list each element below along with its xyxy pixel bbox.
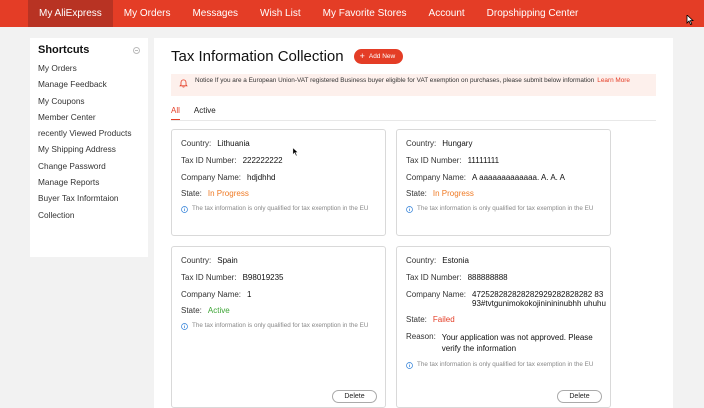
country-label: Country:	[406, 256, 437, 265]
eu-hint-text: The tax information is only qualified fo…	[417, 360, 594, 368]
page-title: Tax Information Collection	[171, 48, 344, 65]
top-navigation: My AliExpress My Orders Messages Wish Li…	[0, 0, 704, 27]
page-body: Shortcuts My Orders Manage Feedback My C…	[0, 27, 704, 408]
collapse-icon[interactable]	[133, 46, 140, 54]
state-label: State:	[406, 315, 427, 325]
tab-active[interactable]: Active	[194, 106, 216, 120]
country-value: Hungary	[442, 139, 473, 148]
country-value: Spain	[217, 256, 238, 265]
nav-account[interactable]: Account	[418, 0, 476, 27]
sidebar-item-manage-reports[interactable]: Manage Reports	[38, 174, 140, 190]
country-label: Country:	[181, 139, 212, 148]
reason-label: Reason:	[406, 332, 436, 342]
notice-text: Notice If you are a European Union-VAT r…	[195, 77, 595, 84]
status-badge: Active	[207, 306, 230, 316]
tax-id-value: 888888888	[467, 272, 508, 282]
tax-card: Country: Hungary Tax ID Number: 11111111 C…	[396, 129, 611, 236]
sidebar-item-manage-feedback[interactable]: Manage Feedback	[38, 76, 140, 92]
company-label: Company Name:	[406, 289, 467, 299]
sidebar-item-buyer-tax-information[interactable]: Buyer Tax Informtaion	[38, 190, 140, 206]
delete-button[interactable]: Delete	[557, 390, 602, 403]
company-label: Company Name:	[181, 172, 242, 182]
plus-icon: +	[359, 51, 365, 61]
country-value: Lithuania	[217, 139, 250, 148]
notice-banner: Notice If you are a European Union-VAT r…	[171, 74, 656, 96]
tax-id-value: B98019235	[242, 272, 284, 282]
eu-hint-text: The tax information is only qualified fo…	[192, 322, 369, 330]
state-label: State:	[406, 189, 427, 199]
eu-hint-text: The tax information is only qualified fo…	[417, 205, 594, 213]
sidebar-item-change-password[interactable]: Change Password	[38, 158, 140, 174]
tax-id-value: 11111111	[467, 155, 500, 165]
mouse-cursor-icon	[292, 147, 299, 157]
shortcuts-sidebar: Shortcuts My Orders Manage Feedback My C…	[30, 38, 148, 257]
main-panel: Tax Information Collection + Add New Not…	[154, 38, 673, 408]
country-label: Country:	[406, 139, 437, 148]
add-new-label: Add New	[368, 53, 396, 60]
company-value: 472528282828282929282828282 8393#tvtguni…	[472, 289, 606, 308]
eu-hint-text: The tax information is only qualified fo…	[192, 205, 369, 213]
tax-id-label: Tax ID Number:	[181, 272, 237, 282]
company-value: 1	[247, 289, 252, 299]
sidebar-item-my-coupons[interactable]: My Coupons	[38, 93, 140, 109]
status-badge: In Progress	[432, 189, 474, 199]
bell-icon	[179, 79, 188, 88]
tab-all[interactable]: All	[171, 106, 180, 120]
status-badge: In Progress	[207, 189, 249, 199]
sidebar-title: Shortcuts	[38, 44, 90, 56]
tax-id-label: Tax ID Number:	[406, 272, 462, 282]
sidebar-item-my-orders[interactable]: My Orders	[38, 60, 140, 76]
nav-my-aliexpress[interactable]: My AliExpress	[28, 0, 113, 27]
nav-wish-list[interactable]: Wish List	[249, 0, 312, 27]
info-icon	[181, 206, 188, 214]
country-value: Estonia	[442, 256, 469, 265]
state-label: State:	[181, 306, 202, 316]
sidebar-item-recently-viewed[interactable]: recently Viewed Products	[38, 125, 140, 141]
learn-more-link[interactable]: Learn More	[597, 77, 630, 84]
filter-tabs: All Active	[171, 106, 230, 120]
nav-messages[interactable]: Messages	[181, 0, 249, 27]
status-badge: Failed	[432, 315, 455, 325]
tax-card: Country: Estonia Tax ID Number: 888888888 …	[396, 246, 611, 408]
info-icon	[406, 206, 413, 214]
tax-card: Country: Lithuania Tax ID Number: 22222222…	[171, 129, 386, 236]
state-label: State:	[181, 189, 202, 199]
company-label: Company Name:	[181, 289, 242, 299]
info-icon	[406, 362, 413, 369]
nav-favorite-stores[interactable]: My Favorite Stores	[312, 0, 418, 27]
sidebar-item-member-center[interactable]: Member Center	[38, 109, 140, 125]
tax-id-value: 222222222	[242, 155, 283, 165]
company-label: Company Name:	[406, 172, 467, 182]
company-value: A aaaaaaaaaaaaa. A. A. A	[472, 172, 566, 182]
nav-dropshipping-center[interactable]: Dropshipping Center	[476, 0, 590, 27]
sidebar-item-shipping-address[interactable]: My Shipping Address	[38, 141, 140, 157]
delete-button[interactable]: Delete	[332, 390, 377, 403]
tax-id-label: Tax ID Number:	[406, 155, 462, 165]
sidebar-item-collection[interactable]: Collection	[38, 207, 140, 223]
tax-id-label: Tax ID Number:	[181, 155, 237, 165]
reason-value: Your application was not approved. Pleas…	[441, 333, 593, 354]
country-label: Country:	[181, 256, 212, 265]
tabs-divider	[171, 120, 656, 121]
company-value: hdjdhhd	[247, 172, 276, 182]
info-icon	[181, 323, 188, 331]
mouse-cursor-icon	[686, 15, 694, 25]
tax-card: Country: Spain Tax ID Number: B98019235 Co…	[171, 246, 386, 408]
add-new-button[interactable]: + Add New	[353, 49, 404, 64]
nav-my-orders[interactable]: My Orders	[113, 0, 182, 27]
